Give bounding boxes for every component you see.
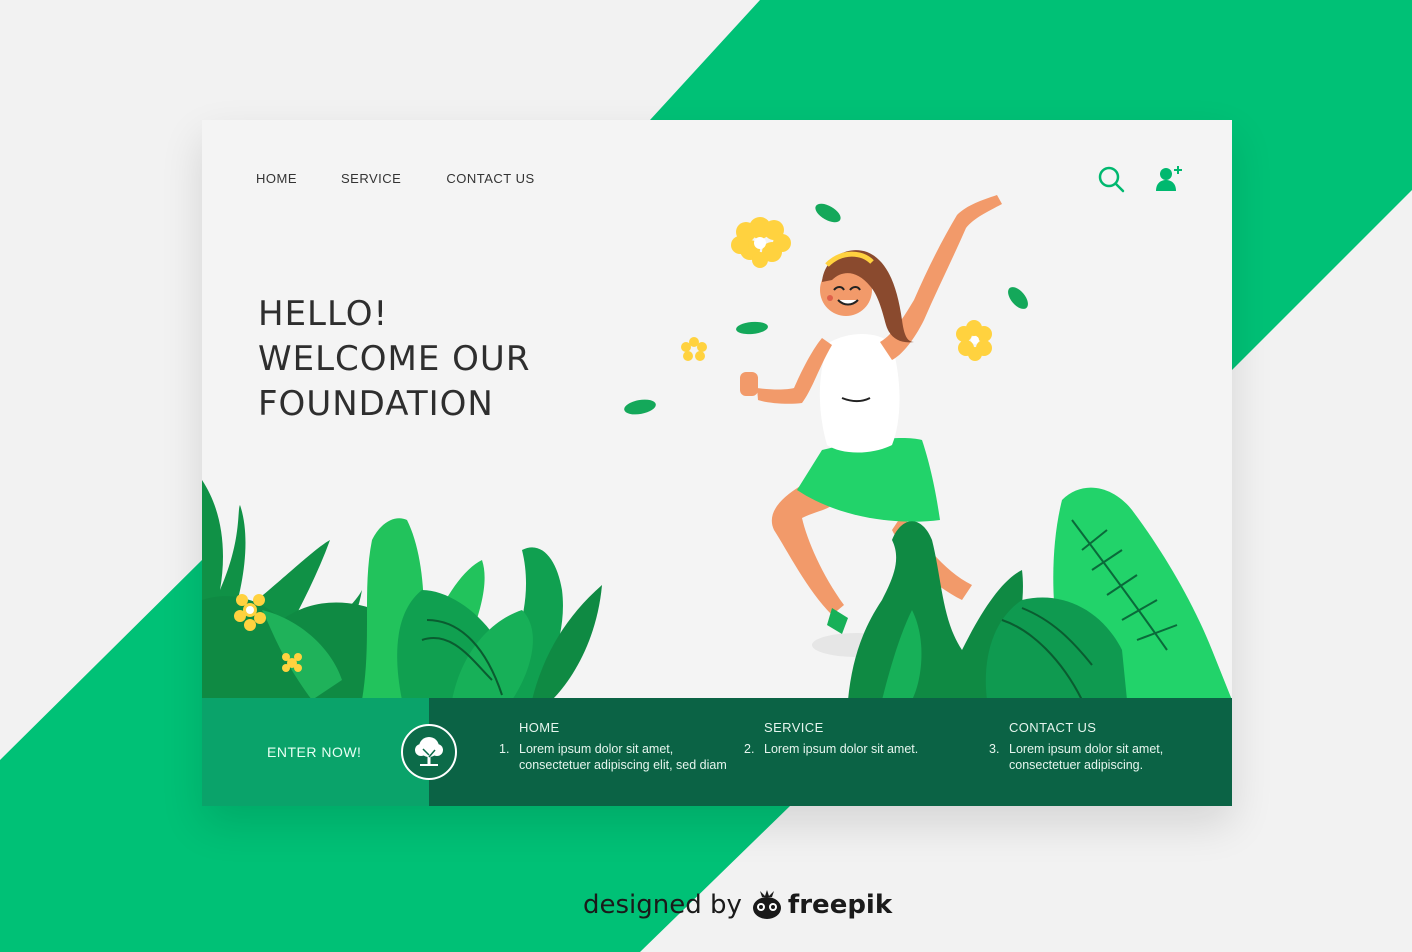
enter-now-button[interactable]: ENTER NOW! bbox=[202, 698, 429, 806]
nav-contact-link[interactable]: CONTACT US bbox=[446, 171, 534, 186]
nav-service-link[interactable]: SERVICE bbox=[341, 171, 401, 186]
hero-heading: HELLO! WELCOME OUR FOUNDATION bbox=[258, 292, 530, 427]
search-icon bbox=[1098, 166, 1125, 193]
nav-home-link[interactable]: HOME bbox=[256, 171, 297, 186]
landing-card: HOME SERVICE CONTACT US HELLO! WELCOME O… bbox=[202, 120, 1232, 806]
footer-bar: ENTER NOW! HOME 1. Lorem ipsum dolor sit… bbox=[202, 698, 1232, 806]
footer-links: HOME 1. Lorem ipsum dolor sit amet, cons… bbox=[429, 698, 1232, 806]
list-number: 2. bbox=[744, 742, 755, 756]
freepik-credit: designed by freepik bbox=[583, 890, 892, 920]
left-bushes bbox=[202, 480, 602, 700]
footer-contact-link[interactable]: CONTACT US bbox=[1009, 720, 1219, 735]
credit-designed-text: designed by bbox=[583, 890, 742, 920]
tree-logo bbox=[401, 724, 457, 780]
hero-line-2: WELCOME OUR bbox=[258, 339, 531, 379]
list-text: Lorem ipsum dolor sit amet. bbox=[764, 742, 919, 756]
footer-column-contact: CONTACT US 3. Lorem ipsum dolor sit amet… bbox=[989, 720, 1219, 773]
list-item: 1. Lorem ipsum dolor sit amet, consectet… bbox=[499, 741, 729, 773]
freepik-logo-icon bbox=[752, 890, 781, 919]
add-user-button[interactable] bbox=[1154, 164, 1184, 194]
search-button[interactable] bbox=[1096, 164, 1126, 194]
list-item: 2. Lorem ipsum dolor sit amet. bbox=[744, 741, 974, 757]
footer-service-link[interactable]: SERVICE bbox=[764, 720, 974, 735]
hero-line-3: FOUNDATION bbox=[258, 384, 494, 424]
header-icons bbox=[1096, 164, 1184, 194]
footer-column-home: HOME 1. Lorem ipsum dolor sit amet, cons… bbox=[499, 720, 729, 773]
add-user-icon bbox=[1156, 166, 1182, 191]
credit-brand-text: freepik bbox=[787, 890, 893, 920]
enter-now-label: ENTER NOW! bbox=[267, 744, 362, 760]
footer-home-link[interactable]: HOME bbox=[519, 720, 729, 735]
top-nav: HOME SERVICE CONTACT US bbox=[256, 171, 535, 186]
tree-icon bbox=[415, 737, 443, 766]
list-text: Lorem ipsum dolor sit amet, consectetuer… bbox=[1009, 742, 1164, 772]
list-text: Lorem ipsum dolor sit amet, consectetuer… bbox=[519, 742, 727, 772]
list-number: 3. bbox=[989, 742, 1000, 756]
footer-column-service: SERVICE 2. Lorem ipsum dolor sit amet. bbox=[744, 720, 974, 757]
list-number: 1. bbox=[499, 742, 510, 756]
hero-line-1: HELLO! bbox=[258, 294, 389, 334]
woman-figure bbox=[740, 195, 1002, 657]
list-item: 3. Lorem ipsum dolor sit amet, consectet… bbox=[989, 741, 1219, 773]
